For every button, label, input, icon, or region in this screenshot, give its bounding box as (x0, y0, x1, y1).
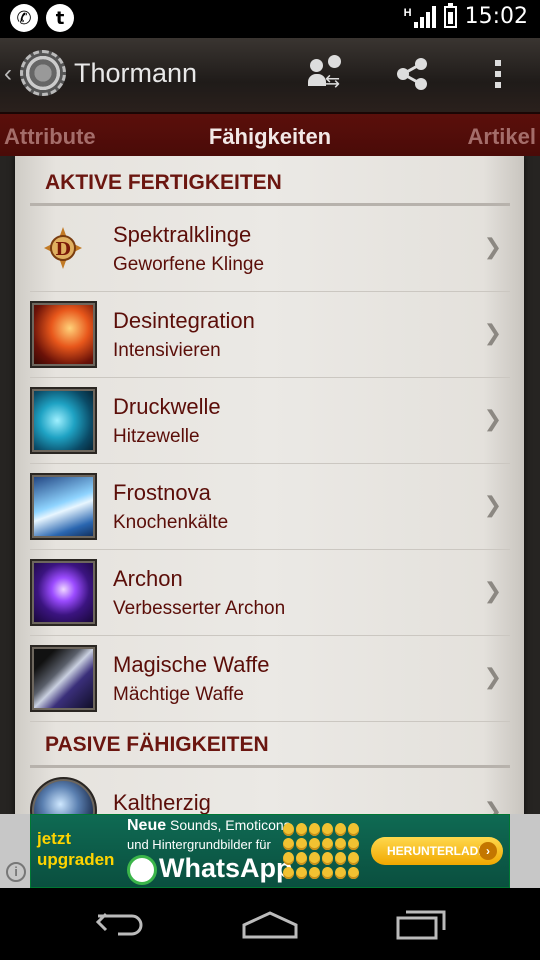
ad-brand: WhatsApp (159, 853, 293, 883)
tab-artikel[interactable]: Artikel (468, 124, 536, 150)
ad-download-button[interactable]: HERUNTERLADEN › (371, 837, 503, 865)
battery-icon (443, 2, 457, 28)
skill-rune: Intensivieren (113, 340, 221, 361)
ad-headline-rest: Sounds, Emoticons (166, 817, 291, 833)
home-icon (242, 911, 298, 939)
emoji-collage-icon (283, 823, 359, 879)
archon-icon (30, 559, 97, 626)
action-bar: ‹ Thormann ⇆ (0, 38, 540, 112)
overflow-menu-icon (495, 60, 501, 88)
chevron-right-icon: ❯ (483, 320, 502, 345)
skill-rune: Verbesserter Archon (113, 598, 286, 619)
whatsapp-icon: ✆ (10, 4, 38, 32)
page-title: Thormann (74, 58, 198, 88)
skill-name: Spektralklinge (113, 222, 252, 247)
skill-row[interactable]: Archon Verbesserter Archon ❯ (30, 550, 510, 636)
tab-bar: Attribute Fähigkeiten Artikel (0, 112, 540, 156)
status-bar: ✆ t H 15:02 (0, 0, 540, 38)
skill-row[interactable]: Druckwelle Hitzewelle ❯ (30, 378, 510, 464)
section-title-active: AKTIVE FERTIGKEITEN (45, 171, 282, 194)
ad-banner[interactable]: jetzt upgraden Neue Sounds, Emoticons un… (30, 814, 510, 888)
skill-row[interactable]: Magische Waffe Mächtige Waffe ❯ (30, 636, 510, 722)
arrow-right-icon: › (479, 842, 497, 860)
section-header-passive: PASIVE FÄHIGKEITEN (30, 722, 510, 768)
signal-icon (413, 5, 436, 28)
magic-weapon-icon (30, 645, 97, 712)
skill-name: Magische Waffe (113, 652, 270, 677)
skill-rune: Geworfene Klinge (113, 254, 265, 275)
recent-apps-icon (396, 910, 446, 940)
skill-rune: Hitzewelle (113, 426, 200, 447)
ad-headline-bold: Neue (127, 817, 167, 834)
skill-name: Frostnova (113, 480, 211, 505)
share-button[interactable] (390, 52, 434, 96)
skill-row[interactable]: D Spektralklinge Geworfene Klinge ❯ (30, 206, 510, 292)
home-button[interactable] (238, 906, 302, 942)
ad-headline: Neue Sounds, Emoticons (127, 817, 291, 835)
skill-name: Druckwelle (113, 394, 221, 419)
skill-rune: Mächtige Waffe (113, 684, 244, 705)
switch-profile-button[interactable]: ⇆ (306, 52, 350, 96)
svg-text:D: D (55, 239, 71, 260)
ad-tagline: upgraden (37, 850, 115, 869)
overflow-menu-button[interactable] (476, 52, 520, 96)
navigation-bar (0, 888, 540, 960)
share-icon (397, 58, 427, 90)
chevron-right-icon: ❯ (483, 664, 502, 689)
skill-name: Desintegration (113, 308, 255, 333)
ad-banner-area: i jetzt upgraden Neue Sounds, Emoticons … (0, 814, 540, 888)
chevron-right-icon: ❯ (483, 798, 502, 814)
chevron-right-icon: ❯ (483, 406, 502, 431)
network-type-label: H (403, 6, 412, 19)
clock: 15:02 (464, 4, 528, 29)
section-header-active: AKTIVE FERTIGKEITEN (30, 160, 510, 206)
diablo-d-icon: D (30, 215, 97, 282)
whatsapp-logo-icon (127, 855, 157, 885)
skill-row[interactable]: Kaltherzig ❯ (30, 768, 510, 814)
cold-blooded-icon (30, 777, 97, 814)
switch-profile-icon: ⇆ (308, 55, 348, 93)
ad-tagline: jetzt (37, 829, 71, 848)
skills-list[interactable]: AKTIVE FERTIGKEITEN D Spektralklinge Gew… (0, 156, 540, 814)
chevron-right-icon: ❯ (483, 492, 502, 517)
wave-of-force-icon (30, 387, 97, 454)
tumblr-icon: t (46, 4, 74, 32)
chevron-right-icon: ❯ (483, 578, 502, 603)
back-button[interactable] (88, 906, 152, 942)
skill-name: Archon (113, 566, 183, 591)
back-chevron-icon[interactable]: ‹ (4, 60, 12, 88)
recent-apps-button[interactable] (388, 906, 452, 942)
section-title-passive: PASIVE FÄHIGKEITEN (45, 733, 269, 756)
tab-faehigkeiten[interactable]: Fähigkeiten (0, 124, 540, 150)
skill-rune: Knochenkälte (113, 512, 229, 533)
back-arrow-icon (95, 912, 143, 936)
ad-subline: und Hintergrundbilder für (127, 837, 271, 852)
disintegrate-icon (30, 301, 97, 368)
skill-name: Kaltherzig (113, 790, 211, 814)
frost-nova-icon (30, 473, 97, 540)
app-logo-icon[interactable] (20, 50, 66, 96)
ad-info-icon[interactable]: i (6, 862, 26, 882)
skill-row[interactable]: Desintegration Intensivieren ❯ (30, 292, 510, 378)
chevron-right-icon: ❯ (483, 234, 502, 259)
skill-row[interactable]: Frostnova Knochenkälte ❯ (30, 464, 510, 550)
